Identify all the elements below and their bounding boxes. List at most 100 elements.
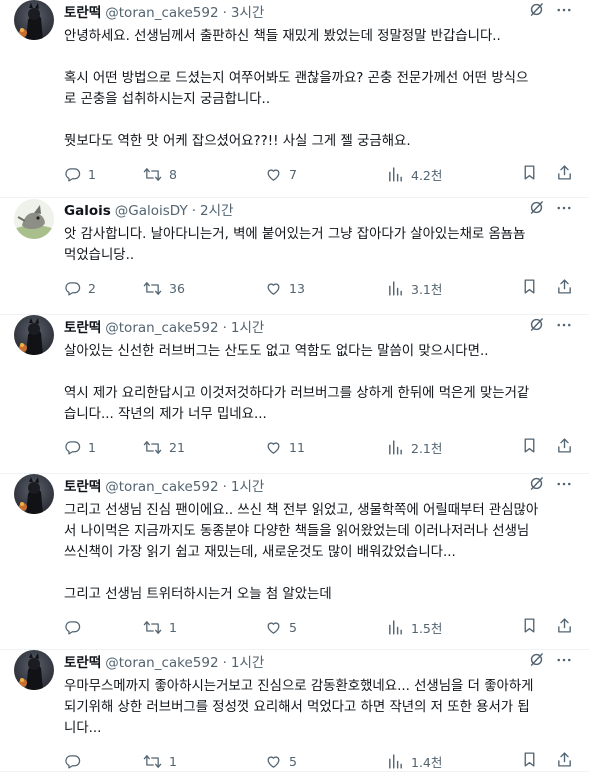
retweet-icon [143, 439, 162, 456]
views-count: 1.5천 [411, 620, 443, 636]
more-options-icon[interactable] [555, 651, 573, 676]
tweet[interactable]: Galois @GaloisDY · 2시간앗 감사합니다. 날아다니는거, 벽에 붙… [0, 198, 589, 315]
share-icon[interactable] [556, 617, 573, 637]
more-options-icon[interactable] [555, 199, 573, 224]
views-button[interactable]: 2.1천 [387, 438, 505, 457]
tweet[interactable]: 토란떡 @toran_cake592 · 1시간그리고 선생님 진심 팬이에요.. 쓰… [0, 474, 589, 650]
tweet-text: 그리고 선생님 진심 팬이에요.. 쓰신 책 전부 읽었고, 생물학쪽에 어릴때… [64, 500, 573, 605]
more-options-icon[interactable] [555, 1, 573, 26]
tweet-actions: 1 5 1.5천 [64, 612, 573, 642]
display-name[interactable]: Galois [64, 203, 111, 219]
display-name[interactable]: 토란떡 [64, 5, 101, 21]
avatar[interactable] [14, 315, 54, 355]
tweet-header: 토란떡 @toran_cake592 · 3시간 [64, 2, 573, 24]
tweet-header: Galois @GaloisDY · 2시간 [64, 200, 573, 222]
tweet-header: 토란떡 @toran_cake592 · 1시간 [64, 652, 573, 674]
like-button[interactable]: 13 [265, 280, 387, 297]
avatar[interactable] [14, 474, 54, 514]
more-options-icon[interactable] [555, 316, 573, 341]
avatar[interactable] [14, 650, 54, 690]
like-icon [265, 619, 282, 636]
tweet-thread: 토란떡 @toran_cake592 · 3시간 안녕하세요. 선생님께서 출판하신 책… [0, 0, 589, 772]
user-handle[interactable]: @toran_cake592 [105, 655, 218, 671]
tweet-header: 토란떡 @toran_cake592 · 1시간 [64, 476, 573, 498]
retweet-icon [143, 753, 162, 770]
views-button[interactable]: 1.4천 [387, 752, 505, 771]
retweet-icon [143, 280, 162, 297]
user-handle[interactable]: @toran_cake592 [105, 479, 218, 495]
reply-count: 1 [88, 439, 96, 455]
reply-button[interactable]: 1 [64, 439, 143, 456]
views-button[interactable]: 4.2천 [387, 165, 505, 184]
reply-count: 2 [88, 280, 96, 296]
separator-dot: · [222, 655, 227, 671]
retweet-button[interactable]: 1 [143, 619, 265, 636]
like-button[interactable]: 11 [265, 439, 387, 456]
display-name[interactable]: 토란떡 [64, 479, 101, 495]
user-handle[interactable]: @toran_cake592 [105, 320, 218, 336]
reply-button[interactable] [64, 753, 143, 770]
avatar[interactable] [14, 0, 54, 40]
tweet-text: 우마무스메까지 좋아하시는거보고 진심으로 감동환호했네요... 선생님을 더 … [64, 676, 573, 739]
grok-icon[interactable] [528, 316, 545, 340]
views-icon [387, 439, 404, 456]
bookmark-icon[interactable] [521, 278, 538, 298]
tweet-paragraph: 앗 감사합니다. 날아다니는거, 벽에 붙어있는거 그냥 잡아다가 살아있는채로… [64, 227, 526, 263]
retweet-count: 21 [169, 439, 185, 455]
share-icon[interactable] [556, 278, 573, 298]
user-handle[interactable]: @toran_cake592 [105, 5, 218, 21]
tweet-paragraph: 혹시 어떤 방법으로 드셨는지 여쭈어봐도 괜찮을까요? 곤충 전문가께선 어떤… [64, 71, 529, 107]
share-icon[interactable] [556, 437, 573, 457]
tweet[interactable]: 토란떡 @toran_cake592 · 3시간안녕하세요. 선생님께서 출판하신 책… [0, 0, 589, 198]
retweet-button[interactable]: 21 [143, 439, 265, 456]
grok-icon[interactable] [528, 651, 545, 675]
like-button[interactable]: 5 [265, 619, 387, 636]
timestamp[interactable]: 1시간 [231, 655, 264, 671]
tweet-paragraph: 안녕하세요. 선생님께서 출판하신 책들 재밌게 봤었는데 정말정말 반갑습니다… [64, 29, 501, 44]
display-name[interactable]: 토란떡 [64, 655, 101, 671]
timestamp[interactable]: 1시간 [231, 479, 264, 495]
tweet[interactable]: 토란떡 @toran_cake592 · 1시간 살아있는 신선한 러브버그는 산도도 … [0, 315, 589, 474]
like-count: 11 [289, 439, 305, 455]
more-options-icon[interactable] [555, 475, 573, 500]
share-icon[interactable] [556, 751, 573, 771]
tweet-text: 앗 감사합니다. 날아다니는거, 벽에 붙어있는거 그냥 잡아다가 살아있는채로… [64, 224, 573, 266]
reply-button[interactable]: 2 [64, 280, 143, 297]
views-count: 4.2천 [411, 167, 443, 183]
bookmark-icon[interactable] [521, 437, 538, 457]
reply-icon [64, 280, 81, 297]
reply-count: 1 [88, 166, 96, 182]
grok-icon[interactable] [528, 475, 545, 499]
reply-button[interactable]: 1 [64, 166, 143, 183]
grok-icon[interactable] [528, 1, 545, 25]
tweet-paragraph: 역시 제가 요리한답시고 이것저것하다가 러브버그를 상하게 한뒤에 먹은게 맞… [64, 386, 530, 422]
grok-icon[interactable] [528, 199, 545, 223]
bookmark-icon[interactable] [521, 617, 538, 637]
tweet[interactable]: 토란떡 @toran_cake592 · 1시간 우마무스메까지 좋아하시는거보고 진심… [0, 650, 589, 772]
bookmark-icon[interactable] [521, 751, 538, 771]
views-icon [387, 280, 404, 297]
timestamp[interactable]: 3시간 [231, 5, 264, 21]
like-button[interactable]: 5 [265, 753, 387, 770]
timestamp[interactable]: 1시간 [231, 320, 264, 336]
avatar[interactable] [14, 199, 54, 239]
like-count: 5 [289, 753, 297, 769]
retweet-button[interactable]: 36 [143, 280, 265, 297]
bookmark-icon[interactable] [521, 164, 538, 184]
retweet-button[interactable]: 1 [143, 753, 265, 770]
display-name[interactable]: 토란떡 [64, 320, 101, 336]
tweet-actions: 1 5 1.4천 [64, 746, 573, 776]
like-icon [265, 166, 282, 183]
retweet-button[interactable]: 8 [143, 166, 265, 183]
user-handle[interactable]: @GaloisDY [115, 203, 188, 219]
like-button[interactable]: 7 [265, 166, 387, 183]
reply-button[interactable] [64, 619, 143, 636]
tweet-actions: 2 36 13 3.1천 [64, 273, 573, 303]
timestamp[interactable]: 2시간 [200, 203, 233, 219]
views-button[interactable]: 1.5천 [387, 618, 505, 637]
share-icon[interactable] [556, 164, 573, 184]
separator-dot: · [191, 203, 196, 219]
like-icon [265, 753, 282, 770]
tweet-paragraph: 그리고 선생님 진심 팬이에요.. 쓰신 책 전부 읽었고, 생물학쪽에 어릴때… [64, 503, 539, 560]
views-button[interactable]: 3.1천 [387, 279, 505, 298]
